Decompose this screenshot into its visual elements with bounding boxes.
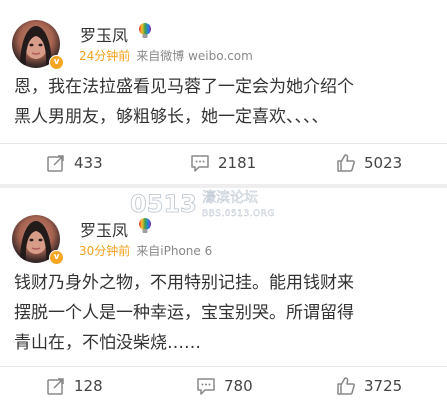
content-line: 钱财乃身外之物，不用特别记挂。能用钱财来 (14, 273, 354, 293)
author-name[interactable]: 罗玉凤 (80, 22, 128, 46)
rainbow-lightbulb-icon (139, 23, 151, 38)
like-count: 5023 (364, 154, 403, 172)
repost-button[interactable]: 128 (46, 368, 103, 404)
repost-icon (47, 155, 64, 172)
content-line: 恩，我在法拉盛看见马蓉了一定会为她介绍个 (14, 77, 354, 97)
repost-button[interactable]: 433 (46, 145, 103, 181)
comment-count: 2181 (218, 154, 257, 172)
content-line: 摆脱一个人是一种幸运，宝宝别哭。所谓留得 (14, 303, 354, 323)
like-button[interactable]: 5023 (336, 145, 402, 181)
like-button[interactable]: 3725 (336, 368, 402, 404)
divider (0, 143, 447, 144)
comment-icon (191, 155, 209, 172)
weibo-post[interactable]: v 罗玉凤 30分钟前 来自iPhone 6 钱财乃身外之物，不用特别记挂。能用钱… (0, 188, 447, 413)
post-content: 恩，我在法拉盛看见马蓉了一定会为她介绍个 黑人男朋友，够粗够长，她一定喜欢、、、… (14, 72, 437, 132)
verified-badge-icon: v (49, 250, 64, 265)
repost-count: 128 (74, 377, 103, 395)
divider (0, 366, 447, 367)
comment-count: 780 (224, 377, 253, 395)
repost-count: 433 (74, 154, 103, 172)
post-source[interactable]: 来自微博 weibo.com (136, 49, 253, 63)
comment-button[interactable]: 780 (196, 368, 253, 404)
verified-badge-icon: v (49, 55, 64, 70)
post-content: 钱财乃身外之物，不用特别记挂。能用钱财来 摆脱一个人是一种幸运，宝宝别哭。所谓留… (14, 268, 437, 358)
post-source[interactable]: 来自iPhone 6 (136, 244, 212, 258)
post-time[interactable]: 24分钟前 (79, 49, 130, 63)
action-bar: 433 2181 5023 (0, 145, 447, 181)
post-time[interactable]: 30分钟前 (79, 244, 130, 258)
action-bar: 128 780 3725 (0, 368, 447, 404)
content-line: 青山在，不怕没柴烧…… (14, 333, 201, 353)
repost-icon (47, 378, 64, 395)
content-line: 黑人男朋友，够粗够长，她一定喜欢、、、、 (14, 107, 329, 127)
author-name[interactable]: 罗玉凤 (80, 217, 128, 241)
post-meta: 24分钟前 来自微博 weibo.com (79, 47, 253, 64)
like-count: 3725 (364, 377, 403, 395)
comment-button[interactable]: 2181 (190, 145, 256, 181)
thumbs-up-icon (337, 154, 355, 172)
rainbow-lightbulb-icon (139, 218, 151, 233)
thumbs-up-icon (337, 377, 355, 395)
post-meta: 30分钟前 来自iPhone 6 (79, 242, 212, 259)
weibo-post[interactable]: v 罗玉凤 24分钟前 来自微博 weibo.com 恩，我在法拉盛看见马蓉了一定… (0, 0, 447, 184)
comment-icon (197, 378, 215, 395)
